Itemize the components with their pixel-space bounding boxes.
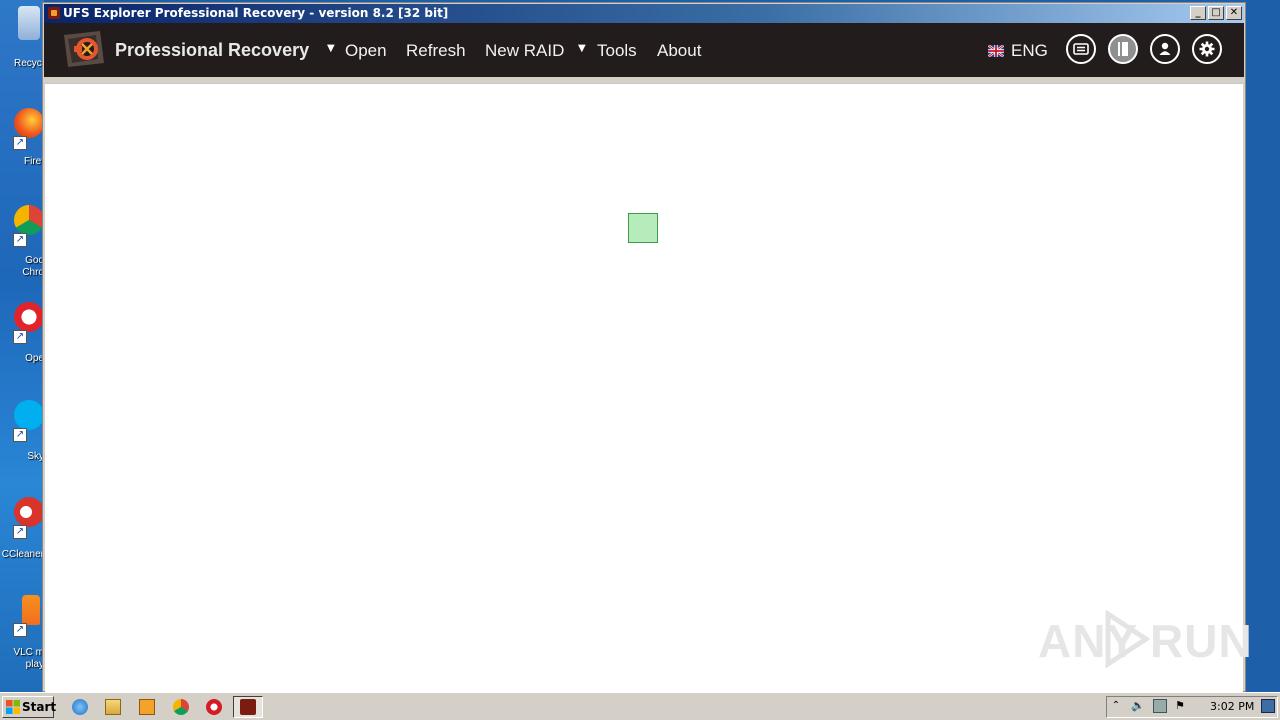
opera-icon [14, 302, 44, 332]
desktop-icon-skype[interactable]: ↗ Sky [0, 400, 44, 470]
chrome-icon [14, 205, 44, 235]
shortcut-arrow-icon: ↗ [13, 623, 27, 637]
volume-icon[interactable]: 🔈 [1131, 699, 1145, 713]
shortcut-arrow-icon: ↗ [13, 136, 27, 150]
panel-icon [1118, 42, 1128, 56]
shortcut-arrow-icon: ↗ [13, 233, 27, 247]
vlc-icon [22, 595, 40, 625]
shortcut-arrow-icon: ↗ [13, 428, 27, 442]
desktop-icon-label-line2: play [25, 659, 44, 670]
window-title: UFS Explorer Professional Recovery - ver… [63, 6, 449, 20]
language-selector[interactable]: ENG [1011, 41, 1048, 61]
desktop: Recycl ↗ Firef ↗ Goo Chro ↗ Ope ↗ Sky ↗ … [0, 0, 44, 692]
start-label: Start [22, 700, 57, 714]
show-desktop-icon[interactable] [1261, 699, 1275, 713]
desktop-icon-label: VLC m [13, 647, 44, 658]
windows-logo-icon [6, 700, 20, 714]
desktop-icon-firefox[interactable]: ↗ Firef [0, 108, 44, 178]
panel-toggle-button[interactable] [1108, 34, 1138, 64]
settings-button[interactable] [1192, 34, 1222, 64]
user-icon [1159, 42, 1171, 55]
media-player-icon[interactable] [139, 699, 155, 715]
anyrun-watermark: ANY RUN [1038, 610, 1252, 670]
loading-indicator [628, 213, 658, 243]
desktop-icon-label-line2: Chro [22, 267, 44, 278]
menu-about[interactable]: About [657, 41, 701, 61]
network-icon[interactable] [1153, 699, 1167, 713]
log-button[interactable] [1066, 34, 1096, 64]
desktop-icon-label: CCleaner [1, 549, 44, 560]
start-button[interactable]: Start [2, 696, 57, 718]
desktop-icon-label: Ope [25, 353, 44, 364]
desktop-icon-vlc[interactable]: ↗ VLC m play [0, 595, 44, 670]
app-icon [48, 7, 60, 19]
recycle-bin-icon [18, 6, 40, 40]
menu-open[interactable]: Open [345, 41, 387, 61]
menu-new-raid[interactable]: New RAID [485, 41, 564, 61]
gear-icon [1199, 41, 1215, 57]
app-brand: Professional Recovery [115, 40, 310, 60]
skype-icon [14, 400, 44, 430]
chrome-taskbar-icon[interactable] [173, 699, 189, 715]
uk-flag-icon [988, 45, 1004, 57]
desktop-icon-label: Goo [25, 255, 44, 266]
close-button[interactable]: ✕ [1226, 6, 1242, 20]
ufs-explorer-icon [240, 699, 256, 715]
clock[interactable]: 3:02 PM [1210, 700, 1254, 713]
document-list-icon [1073, 43, 1089, 55]
desktop-icon-opera[interactable]: ↗ Ope [0, 302, 44, 372]
window-controls: _ □ ✕ [1190, 6, 1242, 20]
minimize-button[interactable]: _ [1190, 6, 1206, 20]
app-header: Professional Recovery ▼ Open Refresh New… [44, 23, 1244, 77]
desktop-icon-recycle-bin[interactable]: Recycl [0, 6, 44, 76]
action-center-flag-icon[interactable]: ⚑ [1175, 699, 1189, 713]
desktop-icon-ccleaner[interactable]: ↗ CCleaner [0, 497, 44, 567]
internet-explorer-icon[interactable] [72, 699, 88, 715]
menu-tools[interactable]: Tools [597, 41, 637, 61]
menu-refresh[interactable]: Refresh [406, 41, 466, 61]
firefox-icon [14, 108, 44, 138]
app-window: UFS Explorer Professional Recovery - ver… [42, 2, 1246, 692]
user-account-button[interactable] [1150, 34, 1180, 64]
desktop-icon-label: Firef [24, 156, 44, 167]
desktop-icon-label: Sky [27, 451, 44, 462]
tray-expand-icon[interactable]: ⌃ [1111, 700, 1121, 712]
maximize-button[interactable]: □ [1208, 6, 1224, 20]
system-tray: ⌃ 🔈 ⚑ 3:02 PM [1106, 696, 1278, 718]
tools-dropdown-arrow-icon[interactable]: ▼ [578, 43, 586, 54]
taskbar-ufs-explorer[interactable] [233, 696, 263, 718]
shortcut-arrow-icon: ↗ [13, 525, 27, 539]
file-explorer-icon[interactable] [105, 699, 121, 715]
ccleaner-icon [14, 497, 44, 527]
play-logo-icon [1105, 610, 1150, 668]
opera-taskbar-icon[interactable] [206, 699, 222, 715]
open-dropdown-arrow-icon[interactable]: ▼ [327, 43, 335, 54]
window-titlebar[interactable]: UFS Explorer Professional Recovery - ver… [44, 4, 1244, 23]
desktop-icon-label: Recycl [13, 58, 44, 69]
main-content-area [45, 83, 1243, 692]
watermark-right: RUN [1150, 615, 1253, 667]
shortcut-arrow-icon: ↗ [13, 330, 27, 344]
desktop-icon-chrome[interactable]: ↗ Goo Chro [0, 205, 44, 278]
taskbar: Start ⌃ 🔈 ⚑ 3:02 PM [0, 692, 1280, 720]
app-logo-icon [64, 31, 104, 67]
